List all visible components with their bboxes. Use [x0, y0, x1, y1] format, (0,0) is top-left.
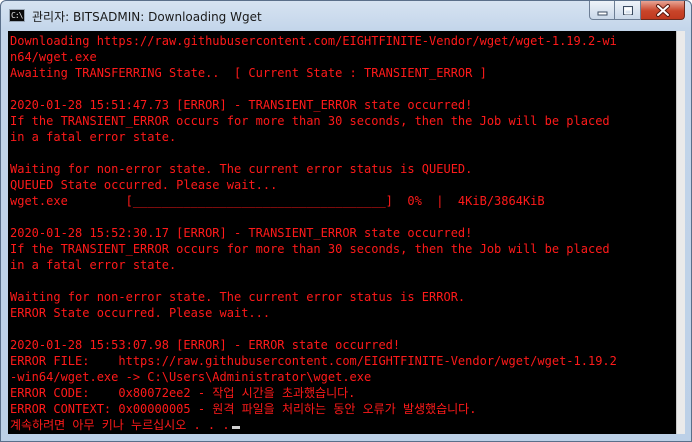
console-line-text: 2020-01-28 15:53:07.98 [ERROR] - ERROR s… — [10, 338, 401, 352]
console-line-text: in a fatal error state. — [10, 130, 177, 144]
console-line-text: Waiting for non-error state. The current… — [10, 290, 466, 304]
console-line: If the TRANSIENT_ERROR occurs for more t… — [10, 113, 617, 129]
console-line: wget.exe [______________________________… — [10, 193, 617, 209]
vertical-scrollbar[interactable] — [676, 31, 685, 434]
console-lines: Downloading https://raw.githubuserconten… — [10, 33, 617, 433]
console-line-text: ERROR State occurred. Please wait... — [10, 306, 271, 320]
maximize-icon — [623, 6, 633, 15]
console-line-text: 계속하려면 아무 키나 누르십시오 . . . — [10, 418, 230, 432]
console-line: ERROR State occurred. Please wait... — [10, 305, 617, 321]
window-title: 관리자: BITSADMIN: Downloading Wget — [32, 10, 262, 24]
console-line-text: 2020-01-28 15:51:47.73 [ERROR] - TRANSIE… — [10, 98, 473, 112]
console-output[interactable]: Downloading https://raw.githubuserconten… — [8, 31, 676, 434]
console-line-text: Awaiting TRANSFERRING State.. [ Current … — [10, 66, 487, 80]
console-line: in a fatal error state. — [10, 257, 617, 273]
console-line-text: Waiting for non-error state. The current… — [10, 162, 473, 176]
console-line: Downloading https://raw.githubuserconten… — [10, 33, 617, 49]
console-line: ERROR FILE: https://raw.githubuserconten… — [10, 353, 617, 369]
console-line: If the TRANSIENT_ERROR occurs for more t… — [10, 241, 617, 257]
console-line: 2020-01-28 15:52:30.17 [ERROR] - TRANSIE… — [10, 225, 617, 241]
title-bar[interactable]: C:\ 관리자: BITSADMIN: Downloading Wget — [1, 1, 691, 31]
console-line: Awaiting TRANSFERRING State.. [ Current … — [10, 65, 617, 81]
console-line-text: n64/wget.exe — [10, 50, 97, 64]
console-line: 2020-01-28 15:53:07.98 [ERROR] - ERROR s… — [10, 337, 617, 353]
caption-buttons — [589, 1, 685, 20]
text-cursor — [231, 426, 240, 429]
console-line: 2020-01-28 15:51:47.73 [ERROR] - TRANSIE… — [10, 97, 617, 113]
console-line: ERROR CODE: 0x80072ee2 - 작업 시간을 초과했습니다. — [10, 385, 617, 401]
console-line-text: ERROR CONTEXT: 0x00000005 - 원격 파일을 처리하는 … — [10, 402, 477, 416]
console-line-text: ERROR CODE: 0x80072ee2 - 작업 시간을 초과했습니다. — [10, 386, 356, 400]
console-line: ERROR CONTEXT: 0x00000005 - 원격 파일을 처리하는 … — [10, 401, 617, 417]
minimize-button[interactable] — [589, 1, 615, 20]
console-line-text: Downloading https://raw.githubuserconten… — [10, 34, 617, 48]
console-line: 계속하려면 아무 키나 누르십시오 . . . — [10, 417, 617, 433]
console-line: Waiting for non-error state. The current… — [10, 161, 617, 177]
maximize-button[interactable] — [615, 1, 641, 20]
console-line-text: ERROR FILE: https://raw.githubuserconten… — [10, 354, 617, 368]
console-line: n64/wget.exe — [10, 49, 617, 65]
close-icon — [656, 4, 670, 17]
console-line-text: -win64/wget.exe -> C:\Users\Administrato… — [10, 370, 372, 384]
console-icon-label: C:\ — [11, 11, 23, 20]
console-line: QUEUED State occurred. Please wait... — [10, 177, 617, 193]
console-line-text: in a fatal error state. — [10, 258, 177, 272]
console-line-text: QUEUED State occurred. Please wait... — [10, 178, 278, 192]
console-line-text: If the TRANSIENT_ERROR occurs for more t… — [10, 114, 610, 128]
console-window: C:\ 관리자: BITSADMIN: Downloading Wget Dow… — [0, 0, 692, 442]
close-button[interactable] — [641, 1, 685, 20]
console-line-text: 2020-01-28 15:52:30.17 [ERROR] - TRANSIE… — [10, 226, 473, 240]
window-frame-bottom — [1, 434, 691, 441]
console-line-text: wget.exe [______________________________… — [10, 194, 545, 208]
console-line: in a fatal error state. — [10, 129, 617, 145]
console-line-text: If the TRANSIENT_ERROR occurs for more t… — [10, 242, 610, 256]
console-icon[interactable]: C:\ — [9, 9, 25, 22]
console-line: -win64/wget.exe -> C:\Users\Administrato… — [10, 369, 617, 385]
console-line: Waiting for non-error state. The current… — [10, 289, 617, 305]
minimize-icon — [597, 11, 608, 16]
